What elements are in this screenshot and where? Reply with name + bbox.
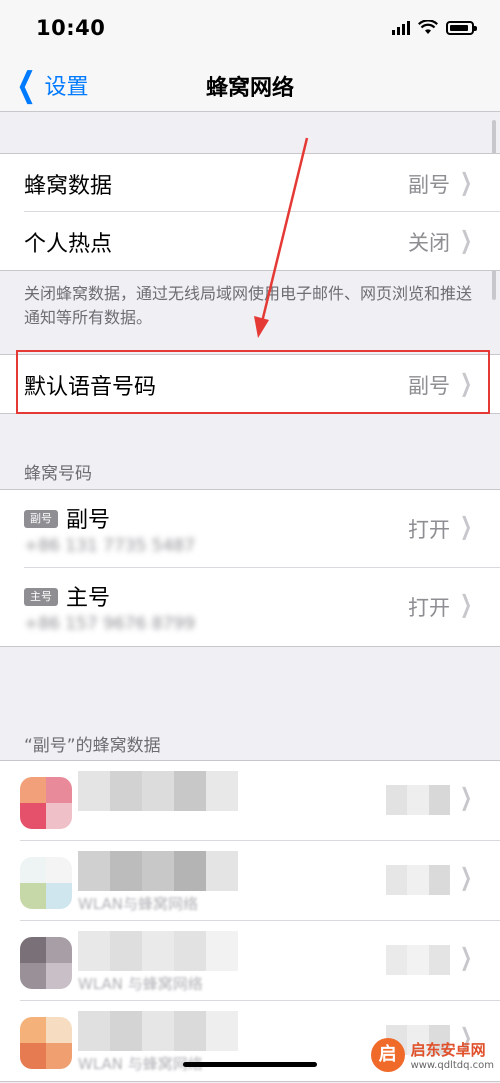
home-indicator[interactable]: [183, 1062, 317, 1067]
watermark-logo: 启: [370, 1038, 405, 1072]
pixelated-app-name: [78, 771, 238, 811]
app-icon: [20, 937, 72, 989]
highlight-box: [16, 350, 490, 414]
wifi-icon: [418, 20, 438, 34]
status-bar: 10:40: [0, 0, 500, 58]
signal-icon: [392, 20, 410, 35]
chevron-right-icon: ❯: [459, 168, 472, 196]
pixelated-app-value: [386, 865, 450, 895]
chevron-right-icon: ❯: [459, 863, 472, 891]
app-icon: [20, 1017, 72, 1069]
app-row[interactable]: WLAN 与蜂窝网络 ❯: [20, 921, 500, 1001]
sim-number: +86 157 9676 8799: [24, 614, 196, 634]
sim-row-primary[interactable]: 主号 主号 +86 157 9676 8799 打开 ❯: [24, 568, 500, 646]
sim-label: 副号: [66, 508, 111, 533]
app-row[interactable]: WLAN与蜂窝网络 ❯: [20, 841, 500, 921]
row-value: 关闭: [408, 231, 450, 255]
sim-badge: 主号: [24, 588, 58, 606]
sim-group: 副号 副号 +86 131 7735 5487 打开 ❯ 主号 主号 +86 1…: [0, 489, 500, 647]
app-icon: [20, 777, 72, 829]
row-value: 副号: [408, 173, 450, 197]
chevron-right-icon: ❯: [459, 512, 472, 540]
app-subtitle: WLAN 与蜂窝网络: [78, 975, 203, 993]
section-header-app-data: “副号”的蜂窝数据: [24, 736, 161, 756]
app-data-group: ❯ WLAN与蜂窝网络 ❯ WLAN 与蜂窝网络 ❯ WLAN 与蜂窝网络 ❯: [0, 760, 500, 1082]
cellular-data-footer: 关闭蜂窝数据，通过无线局域网使用电子邮件、网页浏览和推送通知等所有数据。: [24, 284, 473, 327]
chevron-right-icon: ❯: [459, 590, 472, 618]
row-cellular-data[interactable]: 蜂窝数据 副号 ❯: [24, 154, 500, 212]
sim-row-secondary[interactable]: 副号 副号 +86 131 7735 5487 打开 ❯: [24, 490, 500, 568]
page-title: 蜂窝网络: [205, 76, 294, 101]
cellular-settings-group: 蜂窝数据 副号 ❯ 个人热点 关闭 ❯: [0, 153, 500, 271]
battery-icon: [446, 20, 477, 35]
row-label: 蜂窝数据: [24, 174, 113, 199]
nav-bar: ❮ 设置 蜂窝网络: [0, 58, 500, 112]
watermark-title: 启东安卓网: [410, 1041, 486, 1059]
app-subtitle: WLAN与蜂窝网络: [78, 895, 199, 913]
sim-value: 打开: [408, 596, 450, 620]
pixelated-app-value: [386, 785, 450, 815]
chevron-right-icon: ❯: [459, 783, 472, 811]
sim-label: 主号: [66, 586, 111, 611]
watermark-url: www.qdltdq.com: [410, 1060, 494, 1071]
row-personal-hotspot[interactable]: 个人热点 关闭 ❯: [24, 212, 500, 270]
sim-number: +86 131 7735 5487: [24, 536, 196, 556]
row-label: 个人热点: [24, 232, 113, 257]
chevron-right-icon: ❯: [459, 943, 472, 971]
chevron-right-icon: ❯: [459, 226, 472, 254]
sim-value: 打开: [408, 518, 450, 542]
pixelated-app-name: [78, 851, 238, 891]
section-header-sims: 蜂窝号码: [24, 464, 92, 484]
pixelated-app-name: [78, 1011, 238, 1051]
pixelated-app-name: [78, 931, 238, 971]
sim-badge: 副号: [24, 510, 58, 528]
watermark: 启 启东安卓网 www.qdltdq.com: [370, 1038, 494, 1072]
pixelated-app-value: [386, 945, 450, 975]
status-icons: [392, 20, 477, 35]
status-time: 10:40: [36, 16, 106, 40]
app-row[interactable]: ❯: [20, 761, 500, 841]
app-icon: [20, 857, 72, 909]
